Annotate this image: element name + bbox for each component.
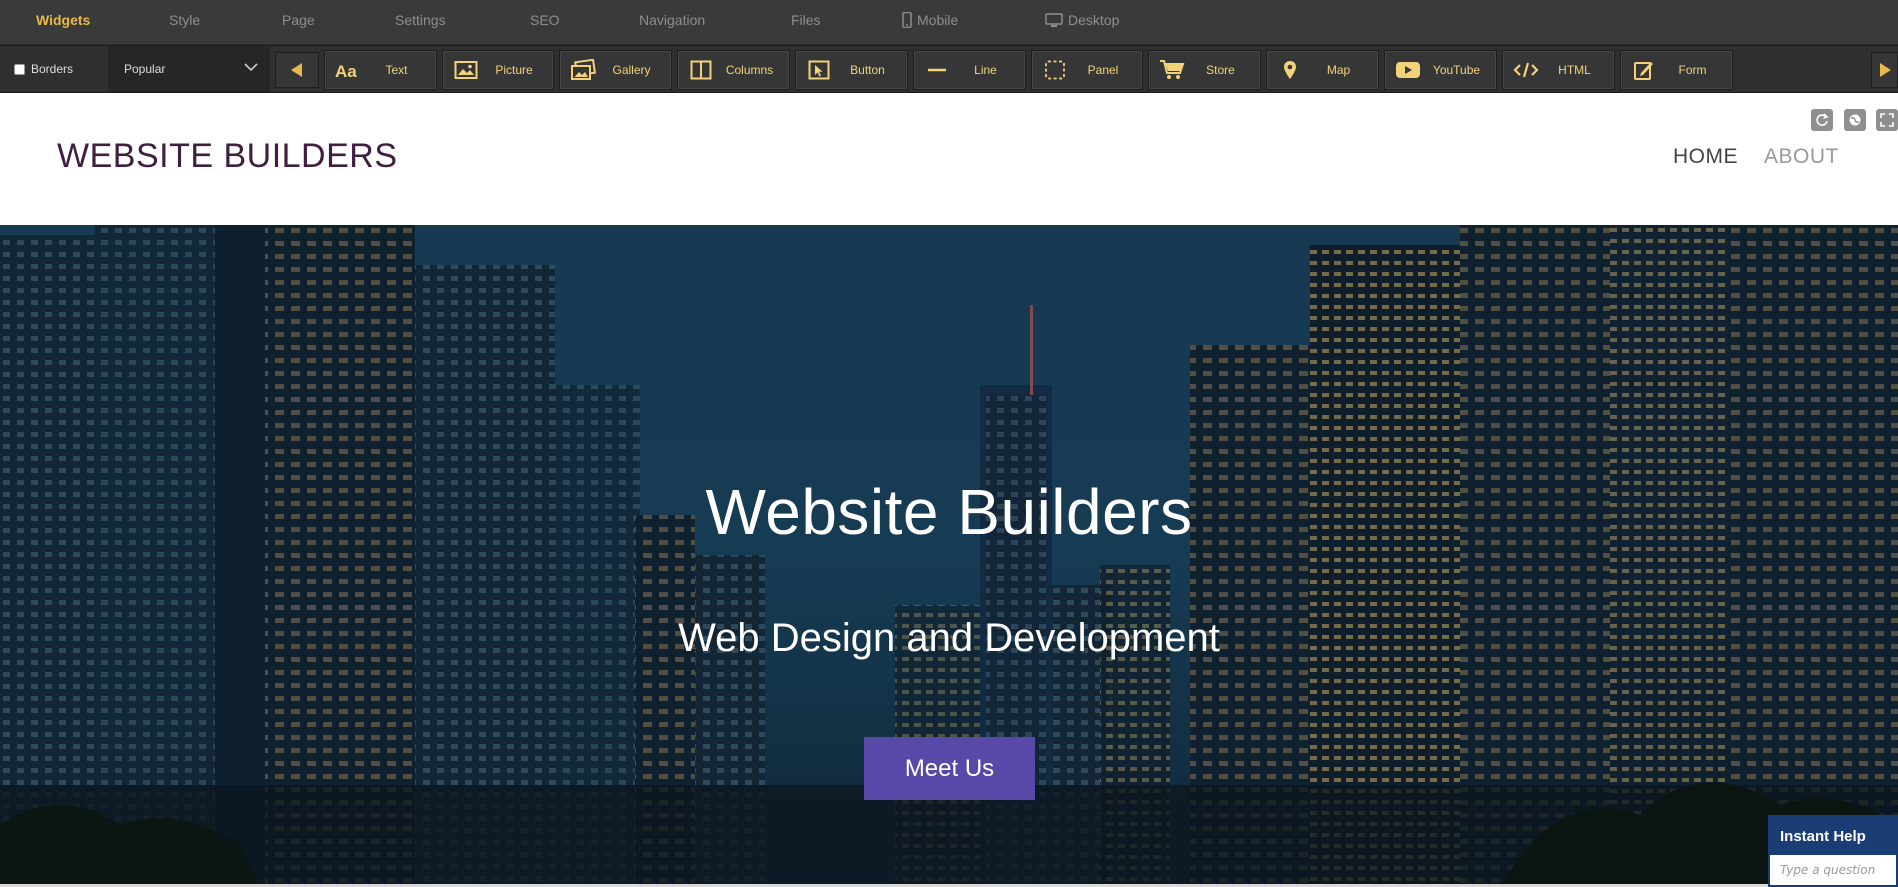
code-icon xyxy=(1511,58,1541,82)
form-icon xyxy=(1629,58,1659,82)
menu-desktop-label: Desktop xyxy=(1068,12,1120,28)
widget-panel-label: Panel xyxy=(1087,63,1119,77)
menu-widgets[interactable]: Widgets xyxy=(36,12,90,28)
desktop-icon xyxy=(1045,13,1063,27)
menu-mobile[interactable]: Mobile xyxy=(902,11,959,29)
chevron-down-icon xyxy=(244,63,258,72)
menu-settings[interactable]: Settings xyxy=(395,12,446,28)
top-menu: Widgets Style Page Settings SEO Navigati… xyxy=(0,0,1898,45)
hero-title: Website Builders xyxy=(705,476,1193,548)
widget-line-label: Line xyxy=(974,63,997,77)
svg-text:Aa: Aa xyxy=(335,62,357,80)
scroll-right-button[interactable] xyxy=(1871,52,1898,88)
widget-youtube[interactable]: YouTube xyxy=(1384,50,1497,90)
widget-columns-label: Columns xyxy=(725,63,774,77)
widget-toolbar: Borders Popular Aa Text Picture Gallery … xyxy=(0,45,1898,93)
widget-line[interactable]: Line xyxy=(913,50,1026,90)
menu-mobile-label: Mobile xyxy=(917,12,959,28)
widget-html[interactable]: HTML xyxy=(1502,50,1615,90)
scroll-left-button[interactable] xyxy=(275,52,319,88)
widget-map-label: Map xyxy=(1326,63,1351,77)
widget-store[interactable]: Store xyxy=(1148,50,1261,90)
widget-picture-label: Picture xyxy=(495,63,533,77)
menu-page[interactable]: Page xyxy=(282,12,315,28)
mobile-icon xyxy=(902,11,912,29)
youtube-icon xyxy=(1393,58,1423,82)
widget-html-label: HTML xyxy=(1558,63,1591,77)
globe-icon[interactable] xyxy=(1844,109,1866,131)
cart-icon xyxy=(1157,58,1187,82)
meet-us-button[interactable]: Meet Us xyxy=(864,737,1035,800)
menu-files[interactable]: Files xyxy=(791,12,821,28)
widget-panel[interactable]: Panel xyxy=(1031,50,1143,90)
arrow-left-icon xyxy=(291,63,302,77)
nav-home[interactable]: HOME xyxy=(1673,145,1738,169)
widget-text[interactable]: Aa Text xyxy=(324,50,437,90)
columns-icon xyxy=(686,58,716,82)
widget-text-label: Text xyxy=(385,63,408,77)
widget-form[interactable]: Form xyxy=(1620,50,1733,90)
gallery-icon xyxy=(568,58,598,82)
panel-icon xyxy=(1040,58,1070,82)
widget-gallery-label: Gallery xyxy=(612,63,651,77)
line-icon xyxy=(922,58,952,82)
widget-button[interactable]: Button xyxy=(795,50,908,90)
widget-form-label: Form xyxy=(1678,63,1707,77)
widget-columns[interactable]: Columns xyxy=(677,50,790,90)
borders-toggle[interactable]: Borders xyxy=(0,46,107,92)
fullscreen-icon[interactable] xyxy=(1876,109,1898,131)
widget-map[interactable]: Map xyxy=(1266,50,1379,90)
map-pin-icon xyxy=(1275,58,1305,82)
site-header: WEBSITE BUILDERS HOME ABOUT xyxy=(0,93,1898,225)
hero-subtitle: Web Design and Development xyxy=(678,616,1220,660)
menu-style[interactable]: Style xyxy=(169,12,200,28)
widget-picture[interactable]: Picture xyxy=(442,50,554,90)
instant-help-widget: Instant Help Type a question xyxy=(1768,815,1898,887)
widget-youtube-label: YouTube xyxy=(1432,63,1481,77)
widget-store-label: Store xyxy=(1206,63,1235,77)
picture-icon xyxy=(451,58,481,82)
borders-checkbox[interactable] xyxy=(14,63,25,75)
menu-navigation[interactable]: Navigation xyxy=(639,12,705,28)
text-icon: Aa xyxy=(333,58,363,82)
arrow-right-icon xyxy=(1879,63,1891,77)
borders-label: Borders xyxy=(31,62,74,76)
menu-seo[interactable]: SEO xyxy=(530,12,560,28)
instant-help-title[interactable]: Instant Help xyxy=(1770,817,1896,855)
hero-section: Website Builders Web Design and Developm… xyxy=(0,225,1898,887)
widget-button-label: Button xyxy=(850,63,885,77)
refresh-icon[interactable] xyxy=(1811,109,1833,131)
menu-desktop[interactable]: Desktop xyxy=(1045,12,1119,28)
category-select[interactable]: Popular xyxy=(108,46,270,92)
help-question-input[interactable]: Type a question xyxy=(1770,855,1896,877)
button-icon xyxy=(804,58,834,82)
category-value: Popular xyxy=(124,62,166,76)
widget-gallery[interactable]: Gallery xyxy=(559,50,672,90)
nav-about[interactable]: ABOUT xyxy=(1764,145,1839,169)
site-logo[interactable]: WEBSITE BUILDERS xyxy=(57,137,398,176)
